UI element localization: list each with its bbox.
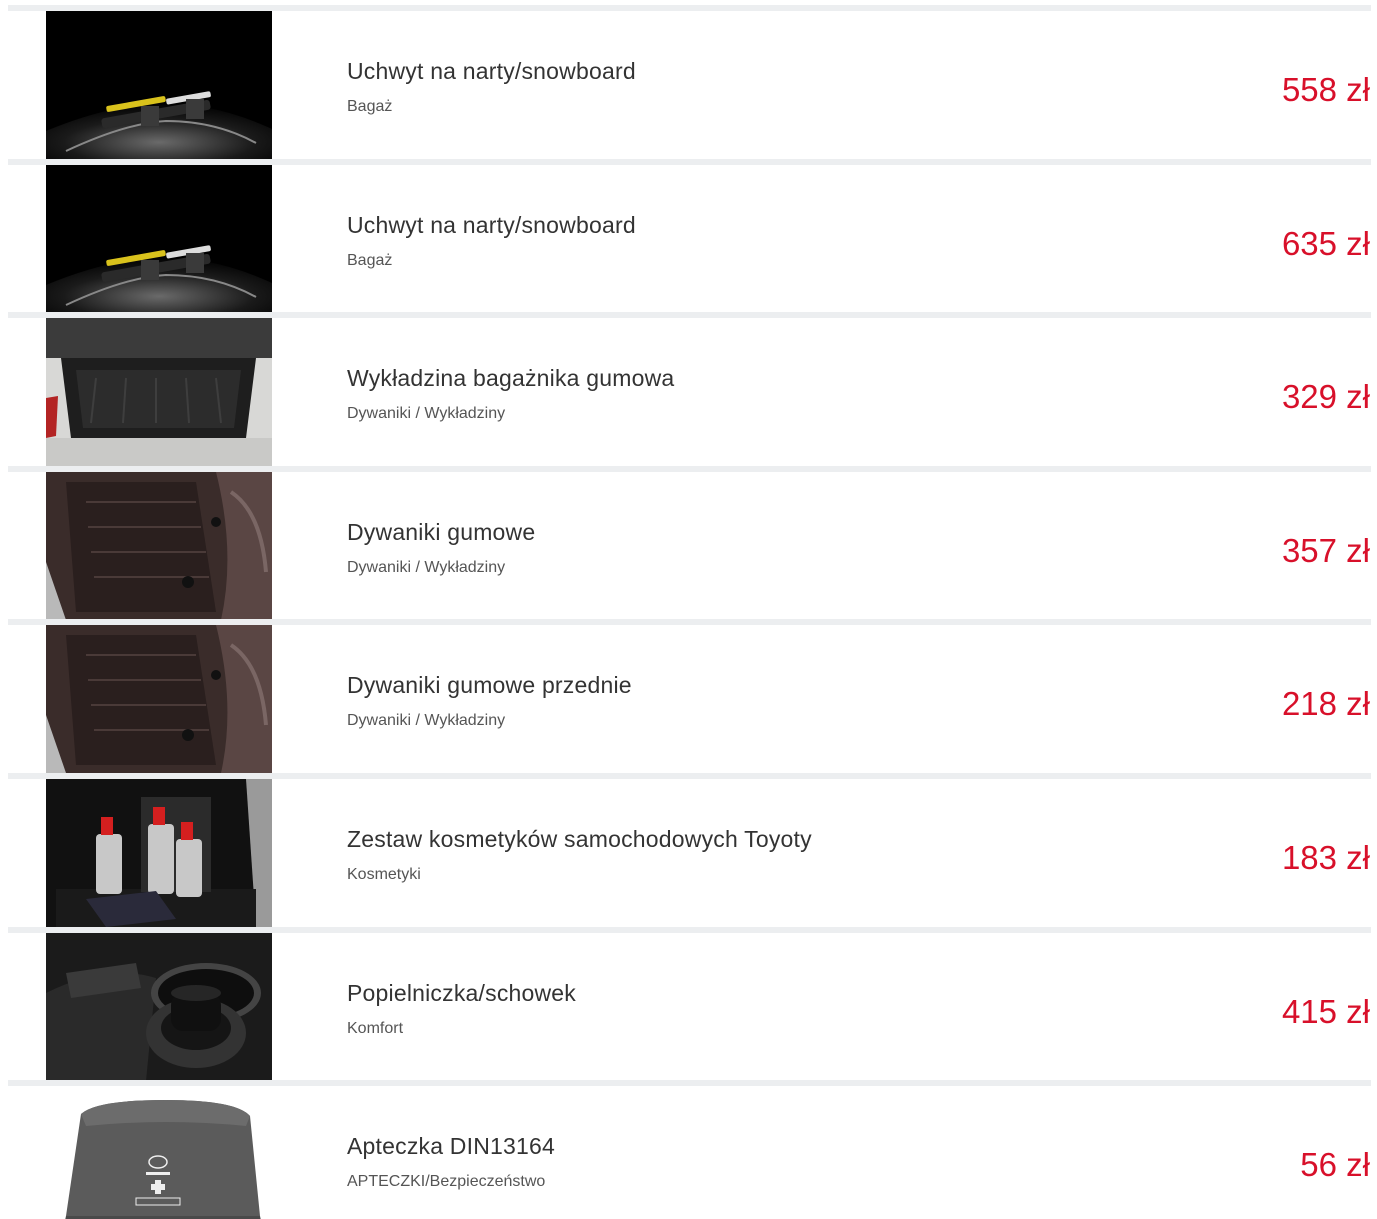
product-category: Bagaż [347,252,393,269]
product-list: Uchwyt na narty/snowboard Bagaż 558 zł U… [0,0,1377,1219]
product-price: 415 zł [1281,993,1370,1030]
product-row[interactable]: Apteczka DIN13164 APTECZKI/Bezpieczeństw… [0,1086,1377,1219]
product-row[interactable]: Wykładzina bagażnika gumowa Dywaniki / W… [0,318,1377,466]
product-price: 357 zł [1281,532,1370,569]
product-category: Kosmetyki [347,866,421,883]
product-row[interactable]: Dywaniki gumowe przednie Dywaniki / Wykł… [0,625,1377,773]
product-category: Dywaniki / Wykładziny [347,712,506,729]
product-price: 183 zł [1281,839,1370,876]
product-row[interactable]: Uchwyt na narty/snowboard Bagaż 558 zł [0,11,1377,159]
product-name[interactable]: Dywaniki gumowe przednie [347,672,632,699]
cosmetics-kit-image[interactable] [46,779,272,927]
product-name[interactable]: Uchwyt na narty/snowboard [347,212,636,239]
first-aid-kit-image[interactable] [46,1086,272,1219]
product-category: APTECZKI/Bezpieczeństwo [347,1173,546,1190]
floor-mat-image[interactable] [46,625,272,773]
ski-rack-image[interactable] [46,11,272,159]
product-row[interactable]: Zestaw kosmetyków samochodowych Toyoty K… [0,779,1377,927]
product-category: Bagaż [347,98,393,115]
product-name[interactable]: Wykładzina bagażnika gumowa [347,365,674,392]
product-row[interactable]: Uchwyt na narty/snowboard Bagaż 635 zł [0,165,1377,313]
floor-mat-image[interactable] [46,472,272,620]
product-name[interactable]: Uchwyt na narty/snowboard [347,58,636,85]
product-name[interactable]: Zestaw kosmetyków samochodowych Toyoty [347,826,812,853]
product-price: 56 zł [1300,1146,1370,1183]
product-price: 329 zł [1281,378,1370,415]
product-category: Dywaniki / Wykładziny [347,405,506,422]
product-row[interactable]: Dywaniki gumowe Dywaniki / Wykładziny 35… [0,472,1377,620]
trunk-mat-image[interactable] [46,318,272,466]
product-price: 558 zł [1281,71,1370,108]
ski-rack-image[interactable] [46,165,272,313]
product-name[interactable]: Apteczka DIN13164 [347,1133,555,1160]
product-category: Dywaniki / Wykładziny [347,559,506,576]
product-price: 218 zł [1281,685,1370,722]
product-name[interactable]: Popielniczka/schowek [347,980,576,1007]
product-price: 635 zł [1281,225,1370,262]
ashtray-image[interactable] [46,933,272,1081]
product-name[interactable]: Dywaniki gumowe [347,519,535,546]
product-category: Komfort [347,1020,404,1037]
product-row[interactable]: Popielniczka/schowek Komfort 415 zł [0,933,1377,1081]
